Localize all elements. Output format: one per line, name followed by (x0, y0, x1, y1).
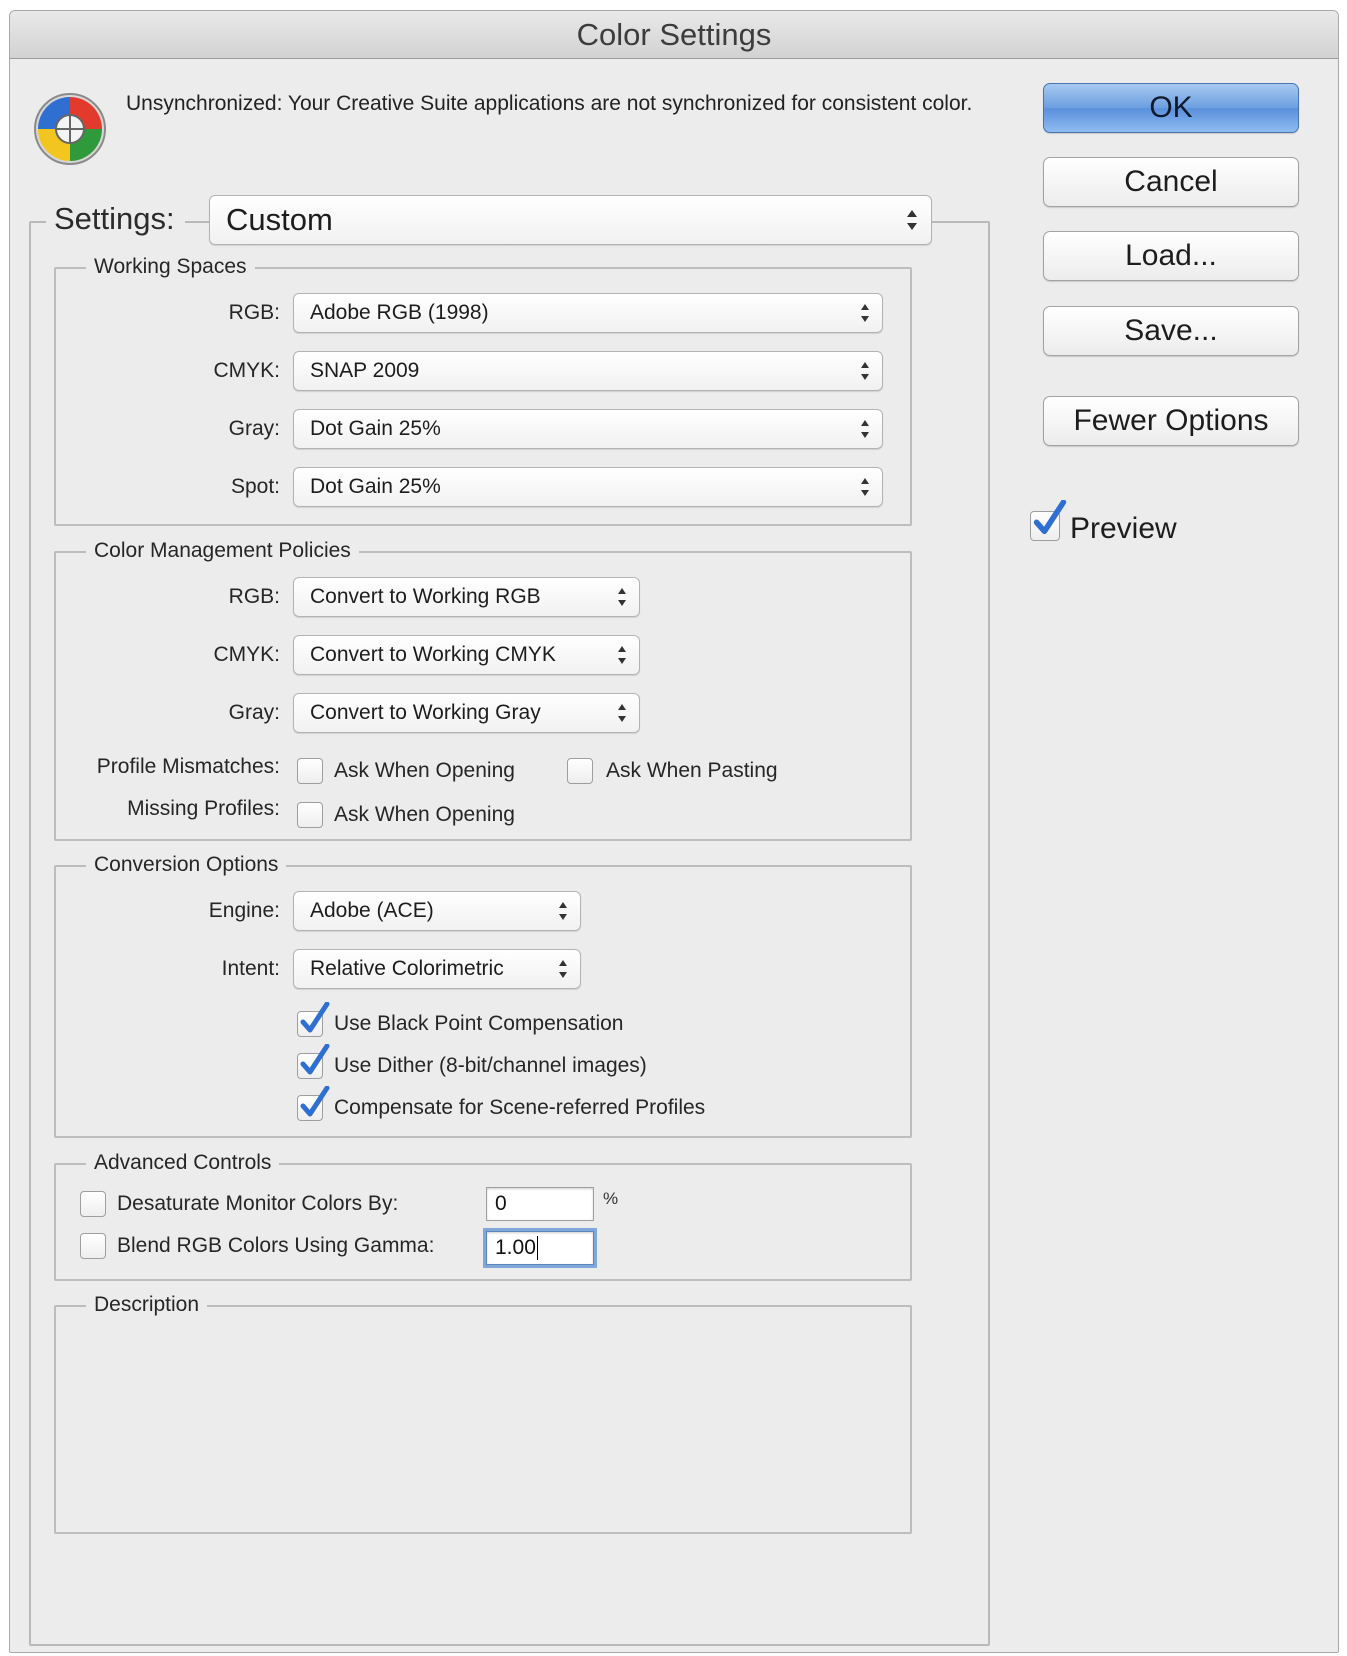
working-spaces-title: Working Spaces (86, 253, 255, 281)
up-down-arrows-icon (559, 902, 567, 920)
dither-checkbox[interactable] (297, 1044, 330, 1079)
mismatch-ask-pasting-checkbox[interactable] (567, 758, 593, 784)
ws-gray-value: Dot Gain 25% (310, 417, 441, 440)
missing-ask-opening-checkbox[interactable] (297, 802, 323, 828)
checkmark-icon (300, 1044, 330, 1075)
scene-referred-checkbox[interactable] (297, 1086, 330, 1121)
dither-label: Use Dither (8-bit/channel images) (334, 1054, 647, 1077)
up-down-arrows-icon (861, 478, 869, 496)
save-button[interactable]: Save... (1043, 306, 1299, 356)
up-down-arrows-icon (559, 960, 567, 978)
up-down-arrows-icon (861, 420, 869, 438)
mismatch-ask-pasting-label: Ask When Pasting (606, 759, 778, 782)
preview-label: Preview (1070, 512, 1177, 545)
scene-referred-label: Compensate for Scene-referred Profiles (334, 1096, 706, 1119)
engine-label: Engine: (208, 899, 280, 922)
window-title: Color Settings (10, 11, 1338, 59)
checkmark-icon (300, 1086, 330, 1117)
ws-gray-label: Gray: (228, 417, 280, 440)
settings-select-value: Custom (226, 202, 333, 237)
text-caret (536, 1236, 538, 1261)
black-point-label: Use Black Point Compensation (334, 1012, 624, 1035)
color-settings-wheel-icon (34, 93, 106, 165)
missing-profiles-label: Missing Profiles: (127, 797, 280, 820)
settings-select[interactable]: Custom (209, 195, 932, 245)
desaturate-label: Desaturate Monitor Colors By: (117, 1192, 399, 1215)
desaturate-checkbox[interactable] (80, 1191, 106, 1217)
policy-gray-label: Gray: (228, 701, 280, 724)
policy-rgb-value: Convert to Working RGB (310, 585, 541, 608)
sync-status-message: Unsynchronized: Your Creative Suite appl… (126, 92, 973, 115)
ws-gray-select[interactable]: Dot Gain 25% (293, 409, 883, 449)
advanced-title: Advanced Controls (86, 1149, 280, 1177)
engine-value: Adobe (ACE) (310, 899, 434, 922)
mismatch-ask-opening-checkbox[interactable] (297, 758, 323, 784)
ws-rgb-select[interactable]: Adobe RGB (1998) (293, 293, 883, 333)
cancel-button[interactable]: Cancel (1043, 157, 1299, 207)
ws-cmyk-select[interactable]: SNAP 2009 (293, 351, 883, 391)
intent-label: Intent: (221, 957, 280, 980)
policy-gray-value: Convert to Working Gray (310, 701, 541, 724)
up-down-arrows-icon (861, 362, 869, 380)
color-settings-dialog: Color Settings Unsynchronized: Your Crea… (9, 10, 1339, 1653)
desaturate-input[interactable]: 0 (486, 1187, 594, 1221)
blend-gamma-value: 1.00 (495, 1236, 536, 1259)
ws-cmyk-label: CMYK: (213, 359, 280, 382)
policy-rgb-label: RGB: (228, 585, 280, 608)
missing-ask-opening-label: Ask When Opening (334, 803, 515, 826)
blend-gamma-input[interactable]: 1.00 (486, 1231, 594, 1265)
checkmark-icon (300, 1002, 330, 1033)
black-point-checkbox[interactable] (297, 1002, 330, 1037)
ok-button[interactable]: OK (1043, 83, 1299, 133)
ws-rgb-value: Adobe RGB (1998) (310, 301, 489, 324)
desaturate-unit: % (603, 1189, 619, 1208)
advanced-controls-group: Advanced Controls (54, 1149, 912, 1281)
up-down-arrows-icon (618, 704, 626, 722)
ws-spot-value: Dot Gain 25% (310, 475, 441, 498)
blend-gamma-label: Blend RGB Colors Using Gamma: (117, 1234, 435, 1257)
description-title: Description (86, 1291, 208, 1319)
settings-label: Settings: (46, 195, 185, 243)
preview-checkbox[interactable] (1030, 500, 1067, 541)
policies-title: Color Management Policies (86, 537, 359, 565)
checkmark-icon (1033, 500, 1067, 535)
up-down-arrows-icon (618, 646, 626, 664)
mismatch-ask-opening-label: Ask When Opening (334, 759, 515, 782)
conversion-title: Conversion Options (86, 851, 287, 879)
ws-spot-label: Spot: (230, 475, 280, 498)
ws-spot-select[interactable]: Dot Gain 25% (293, 467, 883, 507)
load-button[interactable]: Load... (1043, 231, 1299, 281)
description-group: Description (54, 1291, 912, 1534)
policy-cmyk-label: CMYK: (213, 643, 280, 666)
up-down-arrows-icon (861, 304, 869, 322)
policy-cmyk-select[interactable]: Convert to Working CMYK (293, 635, 640, 675)
ws-cmyk-value: SNAP 2009 (310, 359, 420, 382)
up-down-arrows-icon (618, 588, 626, 606)
intent-value: Relative Colorimetric (310, 957, 504, 980)
profile-mismatches-label: Profile Mismatches: (96, 755, 280, 778)
blend-gamma-checkbox[interactable] (80, 1233, 106, 1259)
engine-select[interactable]: Adobe (ACE) (293, 891, 581, 931)
up-down-arrows-icon (907, 210, 917, 230)
policy-cmyk-value: Convert to Working CMYK (310, 643, 556, 666)
intent-select[interactable]: Relative Colorimetric (293, 949, 581, 989)
fewer-options-button[interactable]: Fewer Options (1043, 396, 1299, 446)
policy-rgb-select[interactable]: Convert to Working RGB (293, 577, 640, 617)
policy-gray-select[interactable]: Convert to Working Gray (293, 693, 640, 733)
ws-rgb-label: RGB: (228, 301, 280, 324)
